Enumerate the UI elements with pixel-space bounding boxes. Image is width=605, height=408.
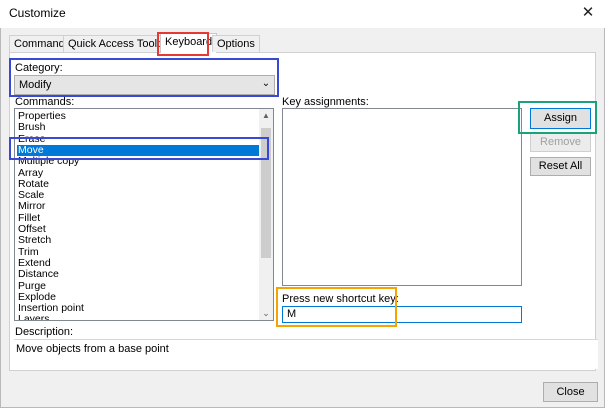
scroll-up-icon[interactable]: ▲: [259, 109, 273, 123]
tab-options[interactable]: Options: [212, 35, 260, 52]
tab-keyboard[interactable]: Keyboard: [160, 33, 218, 53]
list-item[interactable]: Brush: [17, 122, 259, 133]
key-assignments-label: Key assignments:: [282, 96, 369, 108]
commands-label: Commands:: [15, 96, 75, 108]
description-text: Move objects from a base point: [14, 339, 598, 369]
list-item[interactable]: Erase: [17, 133, 259, 145]
reset-all-button[interactable]: Reset All: [530, 157, 591, 176]
shortcut-input[interactable]: M: [282, 306, 522, 323]
list-item[interactable]: Distance: [17, 269, 259, 280]
remove-button[interactable]: Remove: [530, 133, 591, 152]
shortcut-label: Press new shortcut key:: [282, 293, 399, 305]
list-item[interactable]: Scale: [17, 189, 259, 201]
close-icon[interactable]: ✕: [577, 3, 599, 23]
assign-button[interactable]: Assign: [530, 108, 591, 129]
title-bar: [0, 0, 605, 28]
chevron-down-icon[interactable]: ⌄: [260, 77, 272, 91]
key-assignments-list[interactable]: [282, 108, 522, 286]
list-item[interactable]: Array: [17, 167, 259, 179]
list-item[interactable]: Mirror: [17, 201, 259, 212]
list-item[interactable]: Rotate: [17, 178, 259, 190]
list-item[interactable]: Layers: [17, 314, 259, 320]
list-item[interactable]: Insertion point: [17, 302, 259, 314]
list-item[interactable]: Multiple copy: [17, 156, 259, 167]
list-item[interactable]: Trim: [17, 246, 259, 258]
list-item[interactable]: Offset: [17, 223, 259, 235]
scroll-down-icon[interactable]: ⌄: [259, 306, 273, 320]
category-label: Category:: [15, 62, 63, 74]
commands-list[interactable]: Properties Brush Erase Move Multiple copy Arr…: [14, 108, 274, 321]
list-item[interactable]: Fillet: [17, 212, 259, 224]
scrollbar-thumb[interactable]: [261, 128, 271, 258]
list-item[interactable]: Stretch: [17, 235, 259, 246]
dialog-title: Customize: [9, 6, 66, 20]
category-select[interactable]: Modify: [14, 75, 275, 95]
close-button[interactable]: Close: [543, 382, 598, 402]
list-item[interactable]: Properties: [17, 110, 259, 122]
description-label: Description:: [15, 326, 74, 338]
